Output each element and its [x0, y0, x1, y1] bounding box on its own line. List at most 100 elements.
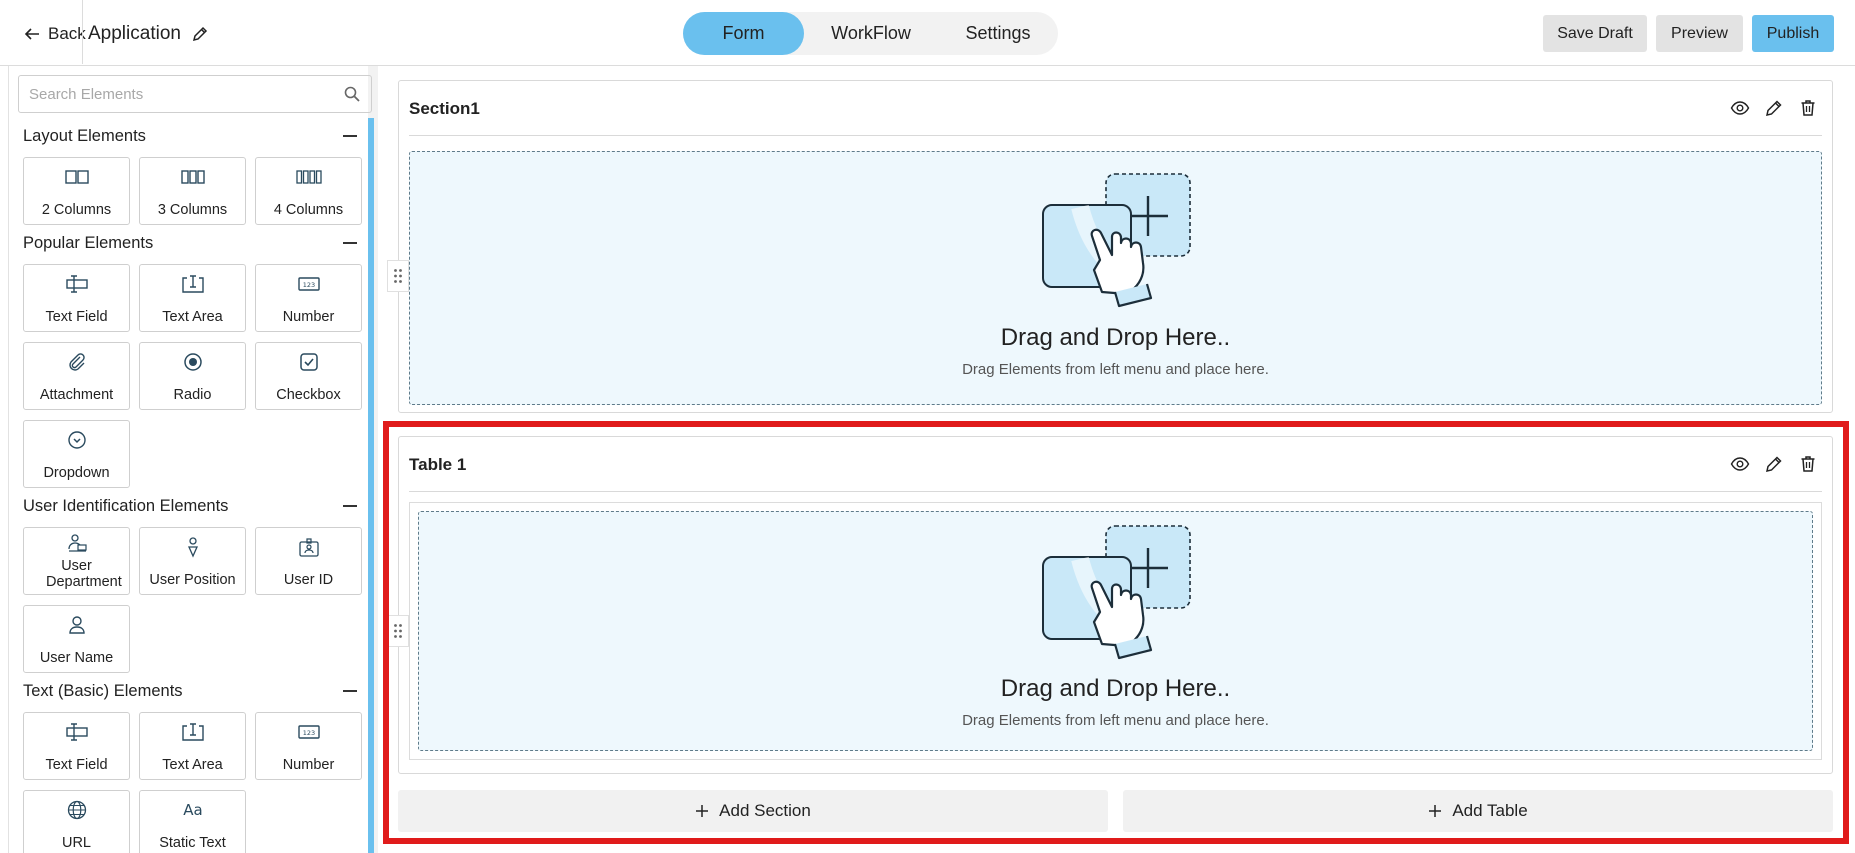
svg-text:123: 123 — [302, 729, 314, 737]
group-title-layout: Layout Elements — [23, 126, 146, 145]
element-tile-2-columns[interactable]: 2 Columns — [23, 157, 130, 225]
group-title-text-basic: Text (Basic) Elements — [23, 681, 183, 700]
drop-zone[interactable]: Drag and Drop Here.. Drag Elements from … — [409, 151, 1822, 405]
preview-button[interactable]: Preview — [1656, 15, 1743, 52]
mode-tabs: Form WorkFlow Settings — [683, 12, 1058, 55]
element-tile-3-columns[interactable]: 3 Columns — [139, 157, 246, 225]
table-card: Table 1 Drag and Drop Here.. Drag Elemen… — [398, 436, 1833, 774]
section-drag-handle[interactable] — [387, 260, 409, 292]
table-divider — [409, 491, 1822, 492]
tile-label: URL — [61, 835, 91, 851]
user-name-icon — [68, 616, 85, 634]
drag-drop-hand-icon — [1041, 525, 1191, 660]
svg-text:Aa: Aa — [183, 801, 202, 819]
minus-icon — [343, 690, 357, 692]
tile-label: 4 Columns — [273, 202, 344, 218]
back-button[interactable]: Back — [22, 20, 86, 48]
element-tile-4-columns[interactable]: 4 Columns — [255, 157, 362, 225]
text-area-icon — [181, 723, 204, 741]
element-tile-number[interactable]: 123 Number — [255, 712, 362, 780]
publish-button[interactable]: Publish — [1752, 15, 1834, 52]
add-section-button[interactable]: Add Section — [398, 790, 1108, 832]
text-field-icon — [65, 723, 88, 741]
top-header: Back Application Form WorkFlow Settings … — [0, 0, 1855, 66]
table-drag-handle[interactable] — [387, 615, 409, 647]
tile-label: Text Area — [162, 309, 223, 325]
collapse-text-basic-button[interactable] — [340, 679, 360, 703]
save-draft-button[interactable]: Save Draft — [1543, 15, 1647, 52]
element-tile-text-area[interactable]: Text Area — [139, 264, 246, 332]
tab-form[interactable]: Form — [683, 12, 804, 55]
search-input[interactable] — [29, 85, 343, 103]
two-columns-icon — [64, 170, 89, 184]
tile-label: User Department — [46, 558, 122, 590]
collapse-popular-button[interactable] — [340, 231, 360, 255]
section-card: Section1 Drag and Drop Here.. Drag Eleme… — [398, 80, 1833, 413]
four-columns-icon — [295, 170, 322, 184]
pencil-icon[interactable] — [191, 25, 209, 43]
element-tile-text-field[interactable]: Text Field — [23, 264, 130, 332]
group-title-user-identification: User Identification Elements — [23, 496, 229, 515]
drag-drop-hand-icon — [1041, 173, 1191, 308]
element-tile-static-text[interactable]: Aa Static Text — [139, 790, 246, 853]
element-tile-user-department[interactable]: User Department — [23, 527, 130, 595]
tile-label: Number — [282, 309, 335, 325]
trash-icon[interactable] — [1798, 454, 1818, 474]
attachment-icon — [68, 353, 85, 371]
minus-icon — [343, 242, 357, 244]
element-tile-attachment[interactable]: Attachment — [23, 342, 130, 410]
plus-icon — [1429, 805, 1442, 817]
element-tile-user-id[interactable]: User ID — [255, 527, 362, 595]
svg-text:123: 123 — [302, 281, 314, 289]
sidebar-scrollbar[interactable] — [368, 66, 378, 853]
drop-zone-subtitle: Drag Elements from left menu and place h… — [962, 361, 1269, 378]
drag-handle-icon — [394, 624, 402, 638]
search-icon[interactable] — [343, 85, 361, 103]
tile-label: Radio — [173, 387, 212, 403]
text-area-icon — [181, 275, 204, 293]
eye-icon[interactable] — [1730, 98, 1750, 118]
eye-icon[interactable] — [1730, 454, 1750, 474]
tile-label: Text Field — [45, 757, 108, 773]
collapse-user-identification-button[interactable] — [340, 494, 360, 518]
plus-icon — [696, 805, 709, 817]
element-tile-number[interactable]: 123 Number — [255, 264, 362, 332]
element-tile-text-field[interactable]: Text Field — [23, 712, 130, 780]
tab-settings[interactable]: Settings — [938, 12, 1058, 55]
element-tile-checkbox[interactable]: Checkbox — [255, 342, 362, 410]
group-title-popular: Popular Elements — [23, 233, 154, 252]
section-actions — [1730, 98, 1818, 118]
drag-handle-icon — [394, 269, 402, 283]
tab-workflow[interactable]: WorkFlow — [804, 12, 938, 55]
collapse-layout-button[interactable] — [340, 124, 360, 148]
element-tile-dropdown[interactable]: Dropdown — [23, 420, 130, 488]
number-icon: 123 — [297, 277, 320, 291]
pencil-icon[interactable] — [1764, 98, 1784, 118]
tile-label: 2 Columns — [41, 202, 112, 218]
back-label: Back — [48, 24, 86, 43]
add-table-button[interactable]: Add Table — [1123, 790, 1833, 832]
add-table-label: Add Table — [1452, 801, 1528, 820]
tile-label: User ID — [283, 572, 334, 588]
pencil-icon[interactable] — [1764, 454, 1784, 474]
globe-icon — [67, 800, 86, 820]
element-tile-text-area[interactable]: Text Area — [139, 712, 246, 780]
tile-label: Number — [282, 757, 335, 773]
element-tile-user-position[interactable]: User Position — [139, 527, 246, 595]
tile-label: Attachment — [39, 387, 114, 403]
table-body: Drag and Drop Here.. Drag Elements from … — [409, 502, 1822, 760]
table-title: Table 1 — [409, 455, 467, 474]
app-title: Application — [88, 20, 209, 48]
element-tile-url[interactable]: URL — [23, 790, 130, 853]
sidebar-scrollbar-thumb[interactable] — [368, 118, 374, 853]
trash-icon[interactable] — [1798, 98, 1818, 118]
user-department-icon — [67, 534, 87, 552]
static-text-icon: Aa — [183, 801, 202, 819]
drop-zone[interactable]: Drag and Drop Here.. Drag Elements from … — [418, 511, 1813, 751]
element-tile-user-name[interactable]: User Name — [23, 605, 130, 673]
text-field-icon — [65, 275, 88, 293]
user-position-icon — [187, 537, 198, 558]
tile-label: User Position — [149, 572, 236, 588]
element-tile-radio[interactable]: Radio — [139, 342, 246, 410]
tile-label: Checkbox — [276, 387, 341, 403]
